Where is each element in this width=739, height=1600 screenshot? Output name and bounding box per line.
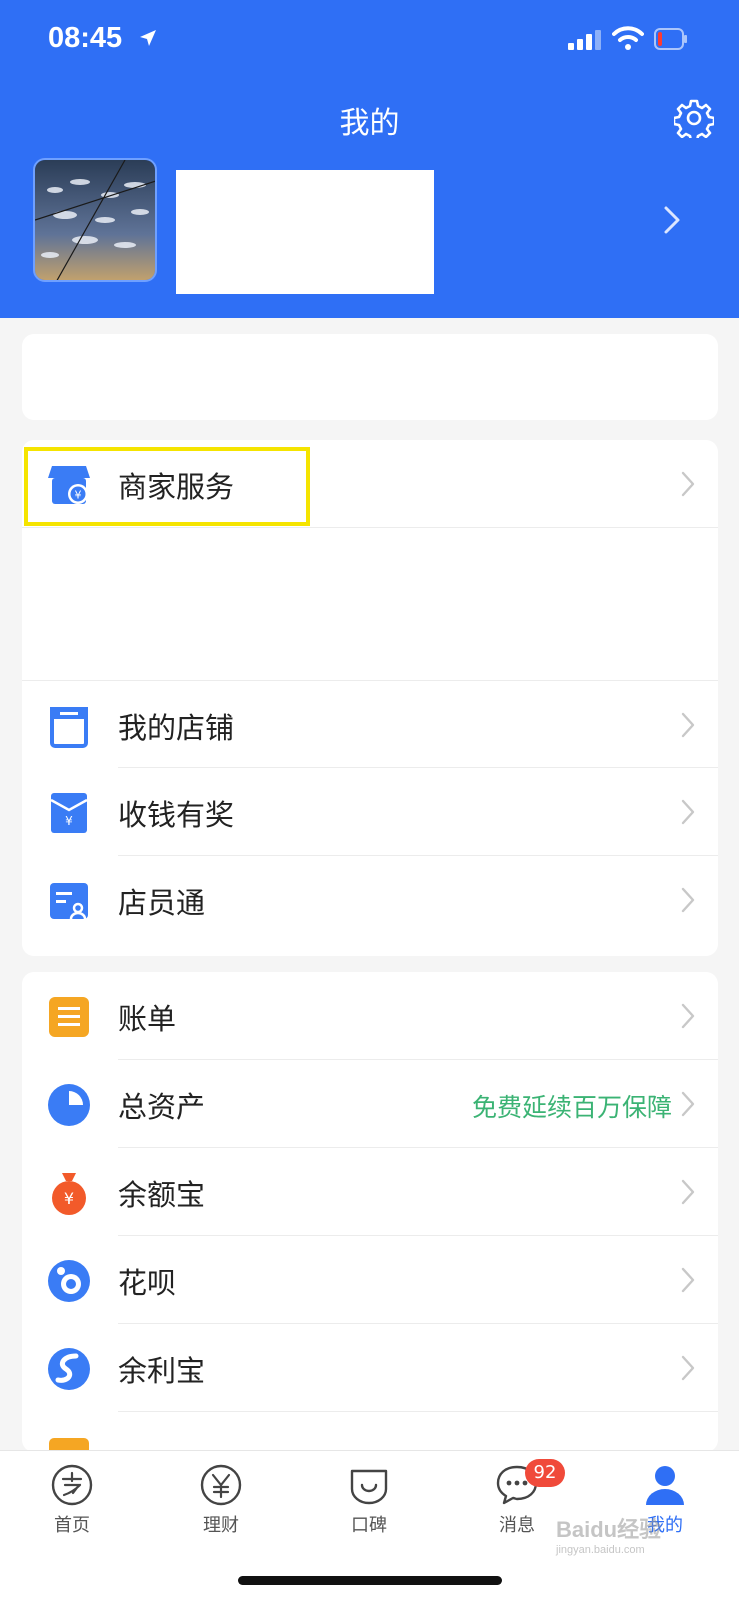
avatar[interactable] bbox=[33, 158, 157, 282]
bill-icon bbox=[49, 997, 89, 1037]
chevron-right-icon bbox=[681, 712, 695, 738]
battery-icon bbox=[654, 28, 687, 50]
chevron-right-icon bbox=[681, 1267, 695, 1293]
highlight-box bbox=[24, 447, 310, 526]
divider bbox=[22, 527, 718, 528]
my-store-row[interactable]: 我的店铺 bbox=[22, 680, 718, 768]
chevron-right-icon bbox=[681, 1355, 695, 1381]
tab-home[interactable]: 首页 bbox=[12, 1463, 132, 1537]
row-label: 花呗 bbox=[118, 1266, 177, 1300]
koubei-icon bbox=[350, 1469, 388, 1505]
yuebao-row[interactable]: ¥ 余额宝 bbox=[22, 1148, 718, 1236]
tab-label: 理财 bbox=[203, 1515, 239, 1536]
row-label: 余利宝 bbox=[118, 1354, 206, 1388]
svg-text:¥: ¥ bbox=[64, 1189, 74, 1208]
row-label: 账单 bbox=[118, 1002, 177, 1036]
promo-text: 免费延续百万保障 bbox=[471, 1093, 672, 1122]
row-label: 我的店铺 bbox=[118, 711, 235, 745]
chevron-right-icon bbox=[681, 1091, 695, 1117]
watermark-main: Baidu经验 bbox=[556, 1517, 662, 1542]
wifi-icon bbox=[612, 26, 644, 50]
status-time: 08:45 bbox=[48, 22, 123, 54]
bill-row[interactable]: 账单 bbox=[22, 972, 718, 1060]
chevron-right-icon bbox=[681, 887, 695, 913]
total-assets-row[interactable]: 总资产 免费延续百万保障 bbox=[22, 1060, 718, 1148]
finance-card: 账单 总资产 免费延续百万保障 ¥ 余额宝 花呗 余利宝 bbox=[22, 972, 718, 1472]
page-title: 我的 bbox=[339, 106, 400, 141]
cash-reward-row[interactable]: ¥ 收钱有奖 bbox=[22, 768, 718, 856]
svg-text:¥: ¥ bbox=[65, 814, 73, 828]
tab-label: 首页 bbox=[54, 1515, 90, 1536]
header: 08:45 我的 bbox=[0, 0, 739, 318]
chevron-right-icon[interactable] bbox=[662, 205, 682, 235]
chevron-right-icon bbox=[681, 1179, 695, 1205]
huabei-icon bbox=[48, 1260, 90, 1302]
tab-wealth[interactable]: 理财 bbox=[161, 1463, 281, 1537]
row-label: 总资产 bbox=[118, 1090, 206, 1124]
money-bag-icon: ¥ bbox=[52, 1173, 86, 1215]
row-label: 余额宝 bbox=[118, 1178, 206, 1212]
yulibao-icon bbox=[48, 1348, 90, 1390]
watermark-sub: jingyan.baidu.com bbox=[556, 1544, 645, 1556]
avatar-image bbox=[35, 160, 155, 280]
username-box bbox=[176, 170, 434, 294]
tab-label: 口碑 bbox=[351, 1515, 387, 1536]
watermark: Baidu经验 jingyan.baidu.com bbox=[556, 1512, 661, 1556]
staff-row[interactable]: 店员通 bbox=[22, 856, 718, 944]
location-arrow-icon bbox=[140, 30, 156, 46]
chevron-right-icon bbox=[681, 471, 695, 497]
signal-icon bbox=[568, 30, 601, 50]
store-icon bbox=[50, 707, 88, 748]
chevron-right-icon bbox=[681, 1003, 695, 1029]
alipay-home-icon bbox=[51, 1464, 93, 1506]
row-label: 收钱有奖 bbox=[118, 798, 235, 832]
staff-card-icon bbox=[50, 883, 88, 920]
user-icon bbox=[646, 1466, 684, 1505]
tab-koubei[interactable]: 口碑 bbox=[309, 1463, 429, 1537]
summary-card bbox=[22, 334, 718, 420]
yulibao-row[interactable]: 余利宝 bbox=[22, 1324, 718, 1412]
huabei-row[interactable]: 花呗 bbox=[22, 1236, 718, 1324]
row-label: 店员通 bbox=[118, 886, 206, 920]
unread-badge: 92 bbox=[525, 1459, 565, 1487]
chevron-right-icon bbox=[681, 799, 695, 825]
gear-icon[interactable] bbox=[674, 98, 714, 138]
yen-coin-icon bbox=[200, 1464, 242, 1506]
home-indicator[interactable] bbox=[238, 1576, 502, 1585]
pie-chart-icon bbox=[48, 1084, 90, 1126]
red-packet-icon: ¥ bbox=[50, 793, 88, 833]
